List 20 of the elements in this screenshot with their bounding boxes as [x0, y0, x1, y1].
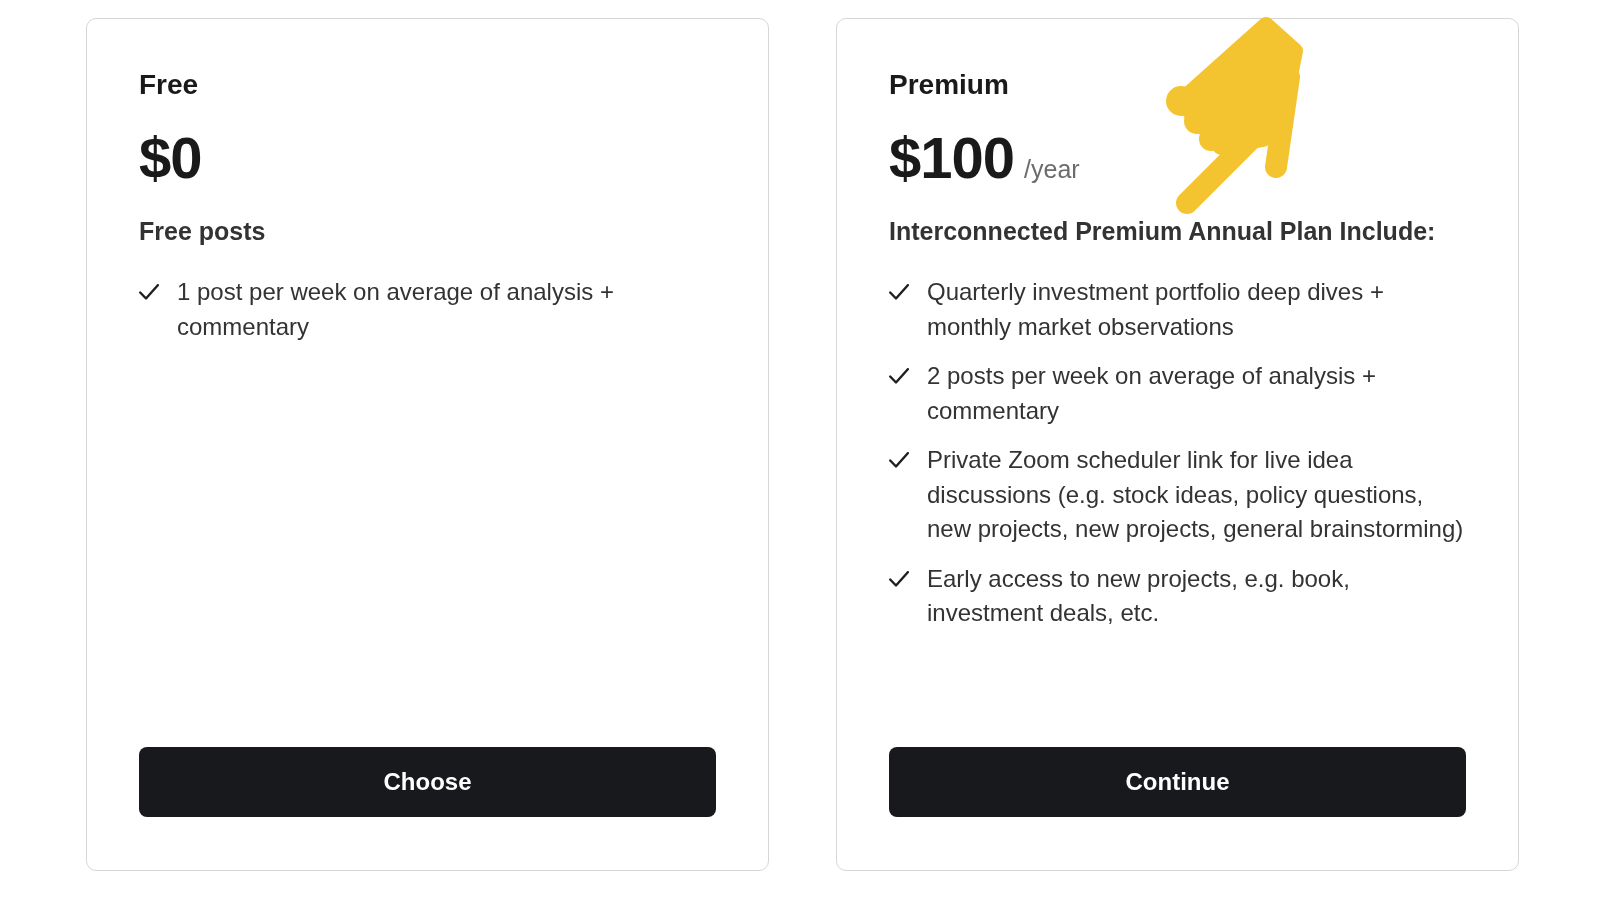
feature-text: 1 post per week on average of analysis + commentary: [177, 277, 615, 342]
plan-subtitle: Free posts: [139, 216, 266, 247]
feature-text: Private Zoom scheduler link for live idea discussions (e.g. stock ideas, policy questions, new projects, new projects, general brainstorming): [927, 445, 1465, 544]
pointing-hand-icon: [1163, 15, 1305, 215]
plan-subtitle: Interconnected Premium Annual Plan Include:: [889, 216, 1436, 247]
price-text: $0: [139, 126, 202, 190]
feature-text: Quarterly investment portfolio deep dives + monthly market observations: [927, 277, 1385, 342]
check-icon: [889, 570, 909, 587]
check-icon: [139, 284, 159, 300]
plan-button[interactable]: Choose: [139, 747, 716, 817]
check-icon: [889, 284, 909, 300]
billing-period: /year: [1024, 154, 1080, 184]
check-icon: [889, 368, 909, 384]
plan-button[interactable]: Continue: [889, 747, 1466, 817]
feature-text: Early access to new projects, e.g. book, investment deals, etc.: [927, 563, 1351, 628]
plan-title: Free: [139, 68, 199, 102]
plan-title: Premium: [889, 68, 1009, 102]
feature-text: 2 posts per week on average of analysis + commentary: [927, 361, 1377, 426]
price-text: $100: [889, 126, 1015, 190]
check-icon: [889, 452, 909, 468]
